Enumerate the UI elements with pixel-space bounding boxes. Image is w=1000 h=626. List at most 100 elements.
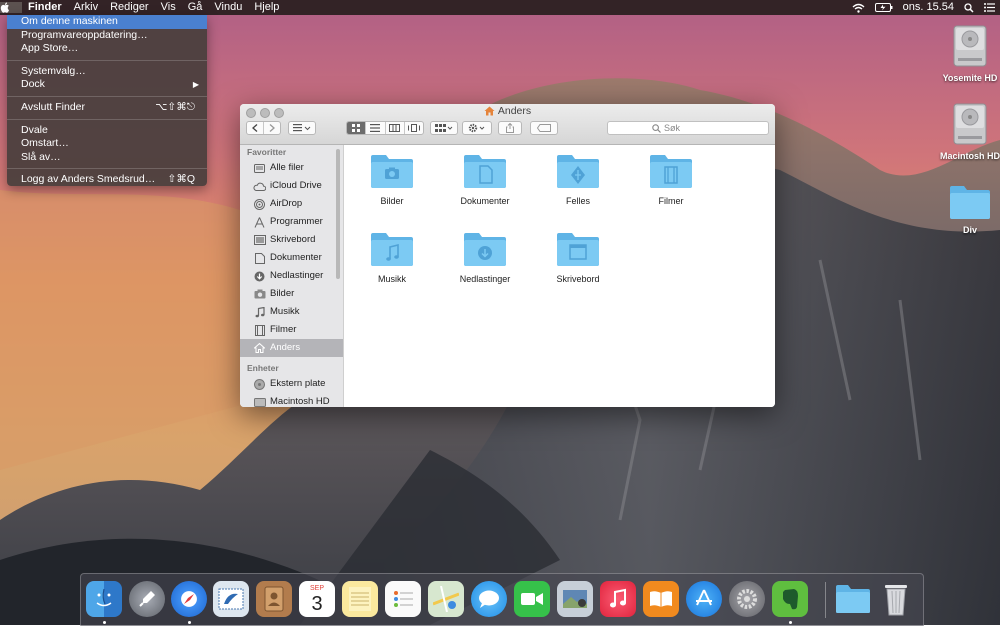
dock-ibooks-icon[interactable] bbox=[643, 581, 679, 617]
share-icon bbox=[506, 123, 514, 133]
folder-item-skrivebord[interactable]: Skrivebord bbox=[533, 231, 623, 284]
hard-drive-icon bbox=[930, 100, 1000, 148]
menu-clock[interactable]: ons. 15.54 bbox=[898, 0, 959, 15]
dock-safari-icon[interactable] bbox=[171, 581, 207, 617]
dock-itunes-icon[interactable] bbox=[600, 581, 636, 617]
folder-item-nedlastinger[interactable]: Nedlastinger bbox=[440, 231, 530, 284]
list-view-icon[interactable] bbox=[366, 122, 386, 134]
dock-notes-icon[interactable] bbox=[342, 581, 378, 617]
folder-item-bilder[interactable]: Bilder bbox=[347, 153, 437, 206]
sidebar-item-all-files[interactable]: Alle filer bbox=[240, 159, 343, 177]
coverflow-view-icon[interactable] bbox=[405, 122, 423, 134]
sidebar-item-label: iCloud Drive bbox=[270, 180, 322, 191]
sidebar-item-music[interactable]: Musikk bbox=[240, 303, 343, 321]
sidebar-item-documents[interactable]: Dokumenter bbox=[240, 249, 343, 267]
menu-vis[interactable]: Vis bbox=[155, 0, 182, 15]
apple-logo-icon bbox=[0, 2, 10, 13]
menu-ga[interactable]: Gå bbox=[182, 0, 209, 15]
nav-back-forward[interactable] bbox=[246, 121, 281, 135]
sidebar-item-desktop[interactable]: Skrivebord bbox=[240, 231, 343, 249]
sidebar-item-movies[interactable]: Filmer bbox=[240, 321, 343, 339]
folder-item-dokumenter[interactable]: Dokumenter bbox=[440, 153, 530, 206]
dock-downloads-stack-icon[interactable] bbox=[835, 581, 871, 617]
dock-system-preferences-icon[interactable] bbox=[729, 581, 765, 617]
folder-item-musikk[interactable]: Musikk bbox=[347, 231, 437, 284]
menu-rediger[interactable]: Rediger bbox=[104, 0, 155, 15]
dock-evernote-icon[interactable] bbox=[772, 581, 808, 617]
back-arrow-icon[interactable] bbox=[247, 122, 264, 134]
dock-calendar-icon[interactable]: SEP 3 bbox=[299, 581, 335, 617]
menu-bar: Finder Arkiv Rediger Vis Gå Vindu Hjelp … bbox=[0, 0, 1000, 15]
menu-item-restart[interactable]: Omstart… bbox=[7, 137, 207, 151]
action-menu-button[interactable] bbox=[462, 121, 492, 135]
grid-group-icon bbox=[435, 124, 453, 132]
dock-mail-icon[interactable] bbox=[213, 581, 249, 617]
menu-item-sleep[interactable]: Dvale bbox=[7, 124, 207, 138]
desktop-icon-macintosh-hd[interactable]: Macintosh HD bbox=[930, 100, 1000, 161]
dock-messages-icon[interactable] bbox=[471, 581, 507, 617]
menu-item-dock[interactable]: Dock ▶ bbox=[7, 78, 207, 92]
menu-item-app-store[interactable]: App Store… bbox=[7, 42, 207, 56]
dock-contacts-icon[interactable] bbox=[256, 581, 292, 617]
folder-item-filmer[interactable]: Filmer bbox=[626, 153, 716, 206]
tags-button[interactable] bbox=[530, 121, 558, 135]
window-titlebar[interactable]: Anders bbox=[240, 104, 775, 145]
share-button[interactable] bbox=[498, 121, 522, 135]
sidebar-item-home[interactable]: Anders bbox=[240, 339, 343, 357]
notification-center-icon[interactable] bbox=[979, 3, 1000, 12]
calendar-month-label: SEP bbox=[309, 584, 324, 592]
folder-label: Dokumenter bbox=[460, 196, 510, 206]
dock-finder-icon[interactable] bbox=[86, 581, 122, 617]
sidebar-item-label: Skrivebord bbox=[270, 234, 316, 245]
disk-icon bbox=[253, 378, 266, 390]
menu-item-shutdown[interactable]: Slå av… bbox=[7, 151, 207, 165]
sidebar-item-pictures[interactable]: Bilder bbox=[240, 285, 343, 303]
dock-photo-booth-icon[interactable] bbox=[557, 581, 593, 617]
dock-launchpad-icon[interactable] bbox=[129, 581, 165, 617]
menu-item-logout[interactable]: Logg av Anders Smedsrud… ⇧⌘Q bbox=[7, 173, 207, 187]
sidebar-item-macintosh-hd[interactable]: Macintosh HD bbox=[240, 393, 343, 407]
wifi-icon[interactable] bbox=[847, 3, 870, 13]
menu-arkiv[interactable]: Arkiv bbox=[68, 0, 104, 15]
sidebar-item-airdrop[interactable]: AirDrop bbox=[240, 195, 343, 213]
menu-vindu[interactable]: Vindu bbox=[208, 0, 248, 15]
dock-maps-icon[interactable] bbox=[428, 581, 464, 617]
menu-item-about[interactable]: Om denne maskinen bbox=[7, 15, 207, 29]
sidebar-scrollbar[interactable] bbox=[336, 149, 340, 279]
arrange-button[interactable] bbox=[288, 121, 316, 135]
folder-item-felles[interactable]: Felles bbox=[533, 153, 623, 206]
sidebar-item-downloads[interactable]: Nedlastinger bbox=[240, 267, 343, 285]
menu-item-software-update[interactable]: Programvareoppdatering… bbox=[7, 29, 207, 43]
submenu-arrow-icon: ▶ bbox=[192, 80, 199, 90]
battery-icon[interactable] bbox=[870, 3, 898, 12]
apple-menu-button[interactable] bbox=[0, 2, 22, 13]
dock-trash-icon[interactable] bbox=[878, 581, 914, 617]
dock-reminders-icon[interactable] bbox=[385, 581, 421, 617]
spotlight-search-icon[interactable] bbox=[959, 2, 979, 13]
dock-app-store-icon[interactable] bbox=[686, 581, 722, 617]
sidebar-item-label: Alle filer bbox=[270, 162, 304, 173]
search-input[interactable] bbox=[661, 123, 724, 133]
desktop-icon-label: Macintosh HD bbox=[939, 151, 1000, 161]
desktop-icon-yosemite-hd[interactable]: Yosemite HD bbox=[930, 22, 1000, 83]
menu-item-label: Dvale bbox=[21, 123, 48, 136]
sidebar-item-label: Anders bbox=[270, 342, 301, 353]
forward-arrow-icon[interactable] bbox=[264, 122, 280, 134]
view-mode-segmented[interactable] bbox=[346, 121, 424, 135]
column-view-icon[interactable] bbox=[386, 122, 405, 134]
desktop-icon-div-folder[interactable]: Div bbox=[930, 184, 1000, 235]
menu-finder[interactable]: Finder bbox=[22, 0, 68, 15]
menu-hjelp[interactable]: Hjelp bbox=[248, 0, 285, 15]
sidebar-item-icloud-drive[interactable]: iCloud Drive bbox=[240, 177, 343, 195]
menu-separator bbox=[7, 118, 207, 120]
group-by-button[interactable] bbox=[430, 121, 458, 135]
search-field[interactable] bbox=[607, 121, 769, 135]
documents-icon bbox=[253, 252, 266, 264]
sidebar-item-label: Bilder bbox=[270, 288, 295, 299]
icon-view-icon[interactable] bbox=[347, 122, 367, 134]
menu-item-system-preferences[interactable]: Systemvalg… bbox=[7, 65, 207, 79]
sidebar-item-external-disk[interactable]: Ekstern plate bbox=[240, 375, 343, 393]
sidebar-item-applications[interactable]: Programmer bbox=[240, 213, 343, 231]
menu-item-force-quit[interactable]: Avslutt Finder ⌥⇧⌘⎋ bbox=[7, 101, 207, 115]
dock-facetime-icon[interactable] bbox=[514, 581, 550, 617]
